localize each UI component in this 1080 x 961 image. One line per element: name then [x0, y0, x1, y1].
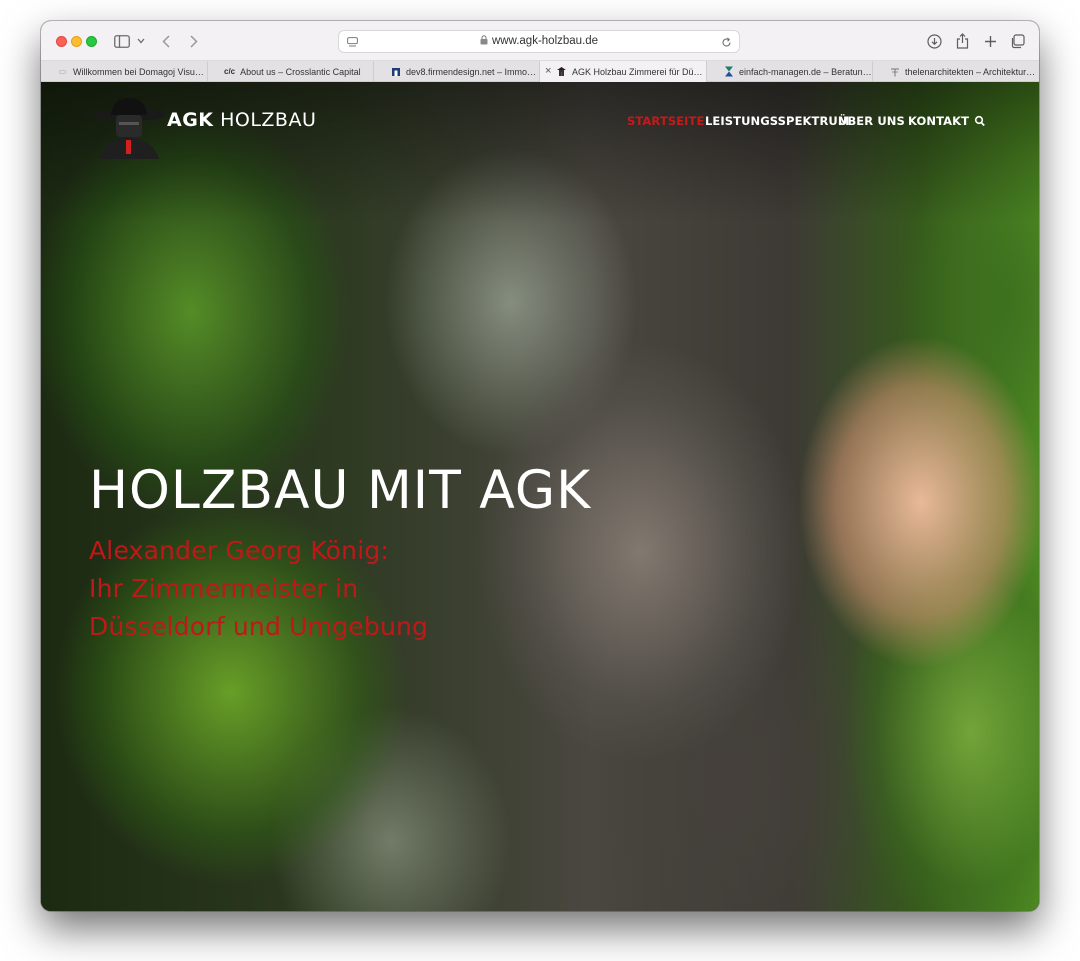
nav-leistungsspektrum[interactable]: LEISTUNGSSPEKTRUM [705, 114, 849, 128]
url-text: www.agk-holzbau.de [339, 35, 739, 48]
hero-subtitle-line-3: Düsseldorf und Umgebung [89, 612, 429, 641]
brand-bold: AGK [167, 109, 214, 131]
crosslantic-favicon: c/c [224, 67, 236, 76]
tab-thelenarchitekten[interactable]: thelenarchitekten – Architektur… [873, 61, 1039, 82]
url-label: www.agk-holzbau.de [491, 35, 599, 47]
tab-einfach-managen[interactable]: einfach-managen.de – Beratun… [707, 61, 873, 82]
forward-button[interactable] [187, 31, 201, 51]
download-icon[interactable] [925, 31, 943, 51]
address-bar[interactable]: www.agk-holzbau.de [338, 30, 740, 53]
nav-ueber-uns[interactable]: ÜBER UNS [838, 114, 905, 128]
agk-logo-icon[interactable] [89, 95, 169, 159]
thelen-favicon [889, 66, 900, 77]
close-window-button[interactable] [56, 36, 67, 47]
browser-toolbar: www.agk-holzbau.de [41, 21, 1039, 61]
hero-subtitle-line-1: Alexander Georg König: [89, 536, 390, 565]
lock-icon [480, 35, 488, 48]
site-brand[interactable]: AGK HOLZBAU [167, 109, 316, 131]
minimize-window-button[interactable] [71, 36, 82, 47]
nav-startseite[interactable]: STARTSEITE [627, 114, 704, 128]
sidebar-toggle-icon[interactable] [113, 31, 131, 51]
tab-firmendesign[interactable]: dev8.firmendesign.net – Immo… [374, 61, 540, 82]
plus-icon[interactable] [981, 31, 999, 51]
header-shade [41, 82, 1039, 222]
hourglass-favicon [723, 66, 734, 77]
agk-favicon [556, 66, 567, 77]
share-icon[interactable] [953, 31, 971, 51]
domagoj-favicon: ▭ [58, 67, 67, 76]
brand-light: HOLZBAU [220, 109, 317, 131]
tab-strip: ▭ Willkommen bei Domagoj Visua… c/c Abou… [41, 61, 1039, 82]
hero-subtitle-line-2: Ihr Zimmermeister in [89, 574, 359, 603]
firmendesign-favicon [390, 66, 401, 77]
browser-window: www.agk-holzbau.de ▭ Willkommen bei Doma… [41, 21, 1039, 911]
nav-kontakt[interactable]: KONTAKT [908, 114, 969, 128]
hero-section: AGK HOLZBAU STARTSEITE LEISTUNGSSPEKTRUM… [41, 82, 1039, 911]
reload-icon[interactable] [719, 34, 733, 50]
zoom-window-button[interactable] [86, 36, 97, 47]
tab-agk-holzbau[interactable]: × AGK Holzbau Zimmerei für Düs… [540, 61, 707, 82]
search-icon[interactable] [974, 114, 986, 128]
back-button[interactable] [159, 31, 173, 51]
tab-domagoj[interactable]: ▭ Willkommen bei Domagoj Visua… [41, 61, 208, 82]
hero-title: HOLZBAU MIT AGK [89, 460, 592, 521]
tab-overview-icon[interactable] [1008, 31, 1026, 51]
chevron-down-icon[interactable] [136, 31, 146, 51]
close-tab-icon[interactable]: × [545, 65, 551, 77]
tab-crosslantic[interactable]: c/c About us – Crosslantic Capital [208, 61, 374, 82]
